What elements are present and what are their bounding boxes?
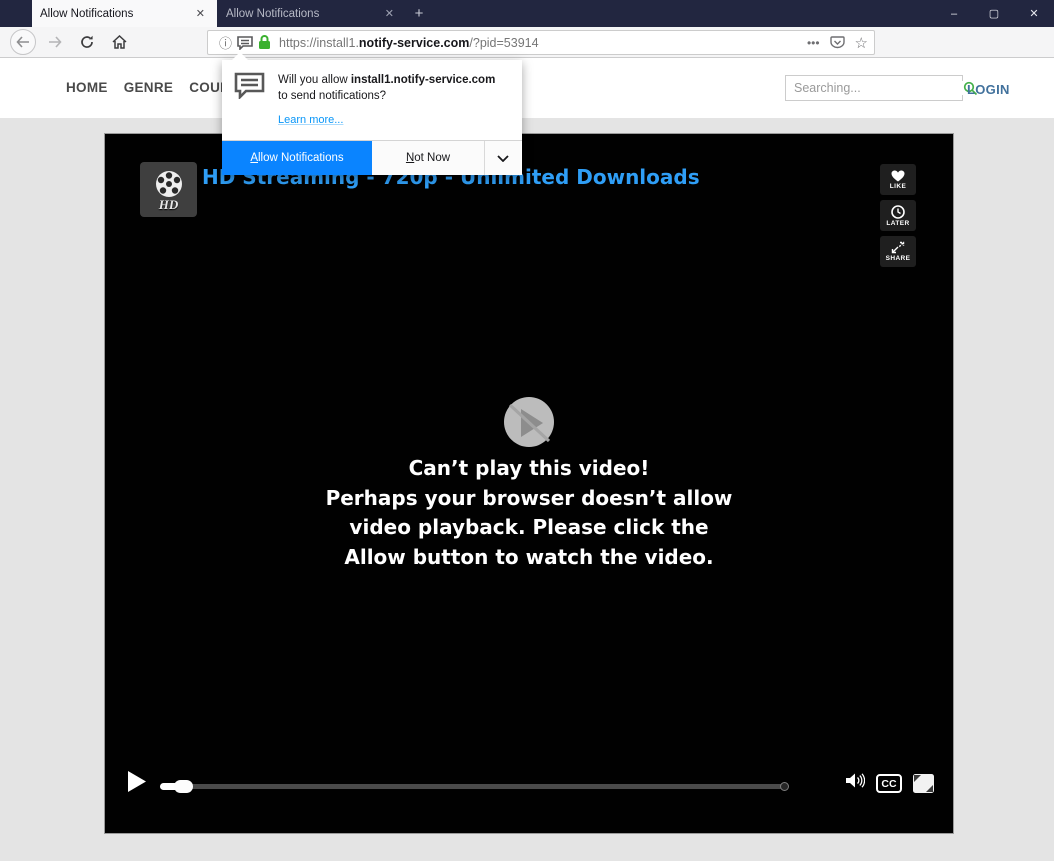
tab-allow-notifications-active[interactable]: Allow Notifications ✕	[32, 0, 217, 27]
back-button[interactable]	[10, 29, 36, 55]
forward-button[interactable]	[42, 29, 68, 55]
later-label: LATER	[886, 220, 909, 227]
closed-captions-button[interactable]: CC	[876, 774, 902, 793]
allow-accesskey: A	[250, 152, 258, 164]
bookmark-star-icon[interactable]: ☆	[855, 34, 868, 52]
page-info-icon[interactable]: ⓘ	[219, 33, 232, 52]
reload-icon	[80, 35, 94, 49]
cant-play-icon	[503, 396, 555, 453]
home-icon	[112, 35, 127, 49]
not-now-button[interactable]: Not Now	[372, 141, 485, 175]
popup-question-prefix: Will you allow	[278, 74, 351, 86]
volume-button[interactable]	[845, 772, 865, 794]
tab-title: Allow Notifications	[226, 8, 381, 20]
browser-toolbar: ⓘ https://install1.notify-service.com/?p…	[0, 27, 1054, 58]
popup-buttons: Allow Notifications Not Now	[222, 140, 522, 175]
window-close-button[interactable]: ✕	[1014, 0, 1054, 27]
message-line: Can’t play this video!	[105, 454, 953, 484]
reload-button[interactable]	[74, 29, 100, 55]
popup-message: Will you allow install1.notify-service.c…	[278, 72, 506, 104]
pocket-icon[interactable]	[830, 36, 845, 50]
message-line: Perhaps your browser doesn’t allow	[105, 484, 953, 514]
not-now-accesskey: N	[406, 152, 414, 164]
url-domain: notify-service.com	[359, 36, 469, 50]
new-tab-button[interactable]: +	[408, 3, 430, 24]
notification-bubble-icon	[234, 72, 265, 99]
nav-link-genre[interactable]: GENRE	[124, 80, 174, 95]
search-input[interactable]	[786, 81, 963, 95]
tab-title: Allow Notifications	[40, 8, 192, 20]
url-bar[interactable]: ⓘ https://install1.notify-service.com/?p…	[207, 30, 875, 55]
popup-question-suffix: to send notifications?	[278, 90, 386, 102]
https-lock-icon[interactable]	[258, 35, 271, 50]
browser-tab-bar: Allow Notifications ✕ Allow Notification…	[0, 0, 1054, 27]
popup-body: Will you allow install1.notify-service.c…	[222, 60, 522, 140]
play-icon	[127, 770, 147, 793]
fullscreen-button[interactable]	[912, 773, 935, 799]
later-button[interactable]: LATER	[880, 200, 916, 231]
video-action-buttons: LIKE LATER SHARE	[880, 164, 916, 267]
heart-icon	[891, 170, 905, 182]
learn-more-link[interactable]: Learn more...	[278, 114, 510, 126]
message-line: video playback. Please click the	[105, 513, 953, 543]
cc-label: CC	[881, 778, 896, 790]
notification-permission-popup: Will you allow install1.notify-service.c…	[222, 60, 522, 175]
tab-close-icon[interactable]: ✕	[381, 5, 398, 22]
window-minimize-button[interactable]: –	[934, 0, 974, 27]
not-now-label-rest: ot Now	[414, 152, 450, 164]
progress-thumb[interactable]	[174, 780, 193, 793]
page-actions-button[interactable]: •••	[807, 36, 820, 50]
progress-track[interactable]	[160, 784, 786, 789]
like-button[interactable]: LIKE	[880, 164, 916, 195]
cant-play-message: Can’t play this video! Perhaps your brow…	[105, 454, 953, 572]
popup-site-name: install1.notify-service.com	[351, 74, 495, 86]
fullscreen-icon	[912, 773, 935, 794]
popup-arrow	[232, 52, 248, 60]
popup-more-options-button[interactable]	[485, 141, 521, 175]
progress-bar[interactable]	[160, 779, 791, 794]
notification-doorhanger-icon[interactable]	[237, 36, 253, 50]
url-text: https://install1.notify-service.com/?pid…	[279, 36, 539, 50]
window-maximize-button[interactable]: ▢	[974, 0, 1014, 27]
film-reel-icon	[154, 169, 184, 199]
nav-link-home[interactable]: HOME	[66, 80, 108, 95]
tab-allow-notifications-inactive[interactable]: Allow Notifications ✕	[218, 0, 406, 27]
home-button[interactable]	[106, 29, 132, 55]
site-header: HOME GENRE COUNTRY LOGIN	[0, 58, 1054, 118]
play-button[interactable]	[127, 770, 147, 798]
share-arrows-icon	[891, 241, 905, 254]
tab-close-icon[interactable]: ✕	[192, 5, 209, 22]
share-label: SHARE	[886, 255, 911, 262]
hd-badge: HD	[159, 199, 179, 211]
film-reel-hd-icon: HD	[140, 162, 197, 217]
login-link[interactable]: LOGIN	[967, 82, 1010, 97]
url-scheme: https://install1.	[279, 36, 359, 50]
search-box	[785, 75, 963, 101]
allow-label-rest: llow Notifications	[258, 152, 344, 164]
chevron-down-icon	[497, 155, 509, 162]
video-player[interactable]: HD HD Streaming - 720p - Unlimited Downl…	[105, 134, 953, 833]
allow-notifications-button[interactable]: Allow Notifications	[222, 141, 372, 175]
back-arrow-icon	[16, 36, 30, 48]
window-controls: – ▢ ✕	[934, 0, 1054, 27]
share-button[interactable]: SHARE	[880, 236, 916, 267]
message-line: Allow button to watch the video.	[105, 543, 953, 573]
forward-arrow-icon	[48, 36, 62, 48]
clock-icon	[891, 205, 905, 219]
like-label: LIKE	[890, 183, 906, 190]
progress-endcap	[780, 782, 789, 791]
speaker-icon	[845, 772, 865, 789]
url-path: /?pid=53914	[469, 36, 538, 50]
